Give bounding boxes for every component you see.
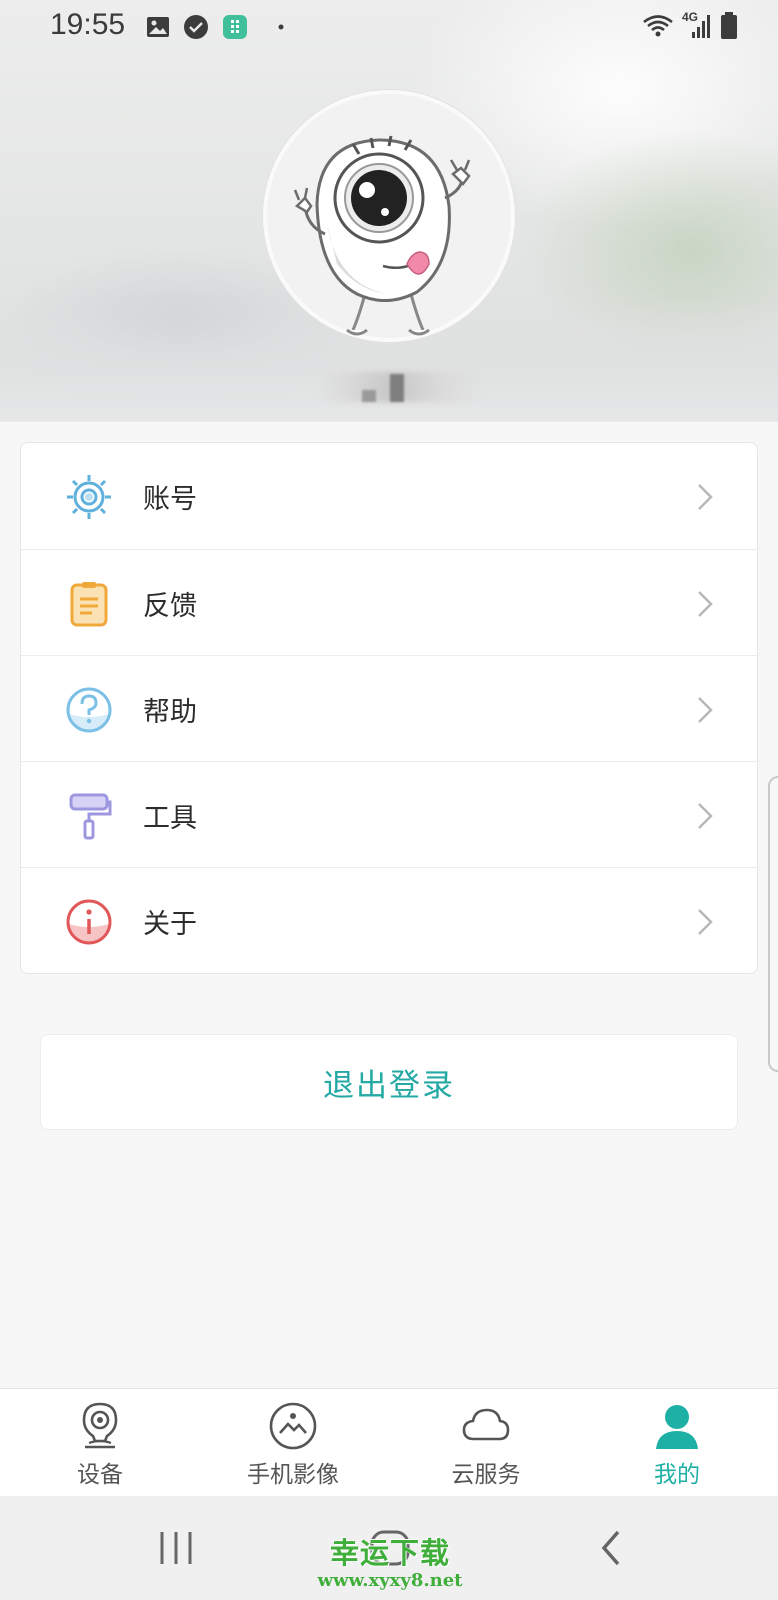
app-notification-icon	[223, 15, 247, 39]
cartoon-eyeball-avatar	[293, 135, 471, 336]
person-icon	[656, 1405, 698, 1449]
tab-label-devices: 设备	[77, 1462, 123, 1488]
status-right-group: 4G	[642, 10, 738, 40]
tab-phone-images[interactable]: 手机影像	[196, 1389, 390, 1497]
signal-icon: 4G	[682, 10, 712, 40]
tab-label-cloud-service: 云服务	[451, 1462, 521, 1488]
menu-label-feedback: 反馈	[143, 591, 197, 622]
menu-label-help: 帮助	[143, 697, 197, 728]
clock-check-icon	[184, 15, 208, 39]
bottom-tab-bar: 设备 手机影像 云服务 我的	[0, 1388, 778, 1496]
tab-label-mine: 我的	[654, 1462, 700, 1488]
chevron-right-icon	[698, 909, 713, 935]
menu-item-help[interactable]: 帮助	[21, 655, 757, 761]
chevron-right-icon	[698, 484, 713, 510]
watermark-url: www.xyxy8.net	[317, 1570, 463, 1591]
logout-button[interactable]: 退出登录	[40, 1034, 738, 1130]
dot-icon	[278, 24, 284, 30]
status-time: 19:55	[50, 8, 126, 41]
edge-panel-handle[interactable]	[768, 776, 778, 1072]
tab-cloud-service[interactable]: 云服务	[389, 1389, 583, 1497]
username-mark-small	[362, 390, 376, 402]
battery-icon	[721, 12, 737, 39]
phone-image-icon	[269, 1402, 317, 1450]
username-mark	[390, 374, 404, 402]
back-icon[interactable]	[588, 1526, 636, 1570]
gallery-icon	[147, 17, 169, 37]
tab-label-phone-images: 手机影像	[247, 1462, 339, 1488]
tab-mine[interactable]: 我的	[580, 1389, 774, 1497]
chevron-right-icon	[698, 591, 713, 617]
menu-label-about: 关于	[143, 909, 197, 940]
cloud-icon	[462, 1408, 510, 1441]
account-gear-icon	[67, 475, 111, 519]
menu-item-tools[interactable]: 工具	[21, 761, 757, 867]
status-bar: 19:55 4G	[0, 0, 778, 56]
watermark: 幸运下载 www.xyxy8.net	[300, 1530, 480, 1591]
feedback-clipboard-icon	[70, 582, 108, 627]
menu-item-account[interactable]: 账号	[21, 443, 757, 549]
menu-item-feedback[interactable]: 反馈	[21, 549, 757, 655]
settings-menu: 账号 反馈 帮助 工具 关于	[20, 442, 758, 974]
profile-header: 19:55 4G	[0, 0, 778, 422]
menu-label-account: 账号	[143, 484, 197, 515]
watermark-title: 幸运下载	[329, 1536, 450, 1570]
chevron-right-icon	[698, 803, 713, 829]
about-info-icon	[66, 899, 112, 945]
avatar[interactable]	[263, 90, 515, 342]
menu-item-about[interactable]: 关于	[21, 867, 757, 973]
tool-roller-icon	[69, 793, 112, 840]
chevron-right-icon	[698, 697, 713, 723]
device-camera-icon	[82, 1402, 118, 1449]
recent-apps-icon[interactable]	[152, 1526, 200, 1570]
help-question-icon	[66, 687, 112, 733]
tab-devices[interactable]: 设备	[3, 1389, 197, 1497]
menu-label-tools: 工具	[143, 803, 197, 834]
wifi-icon	[643, 15, 673, 37]
